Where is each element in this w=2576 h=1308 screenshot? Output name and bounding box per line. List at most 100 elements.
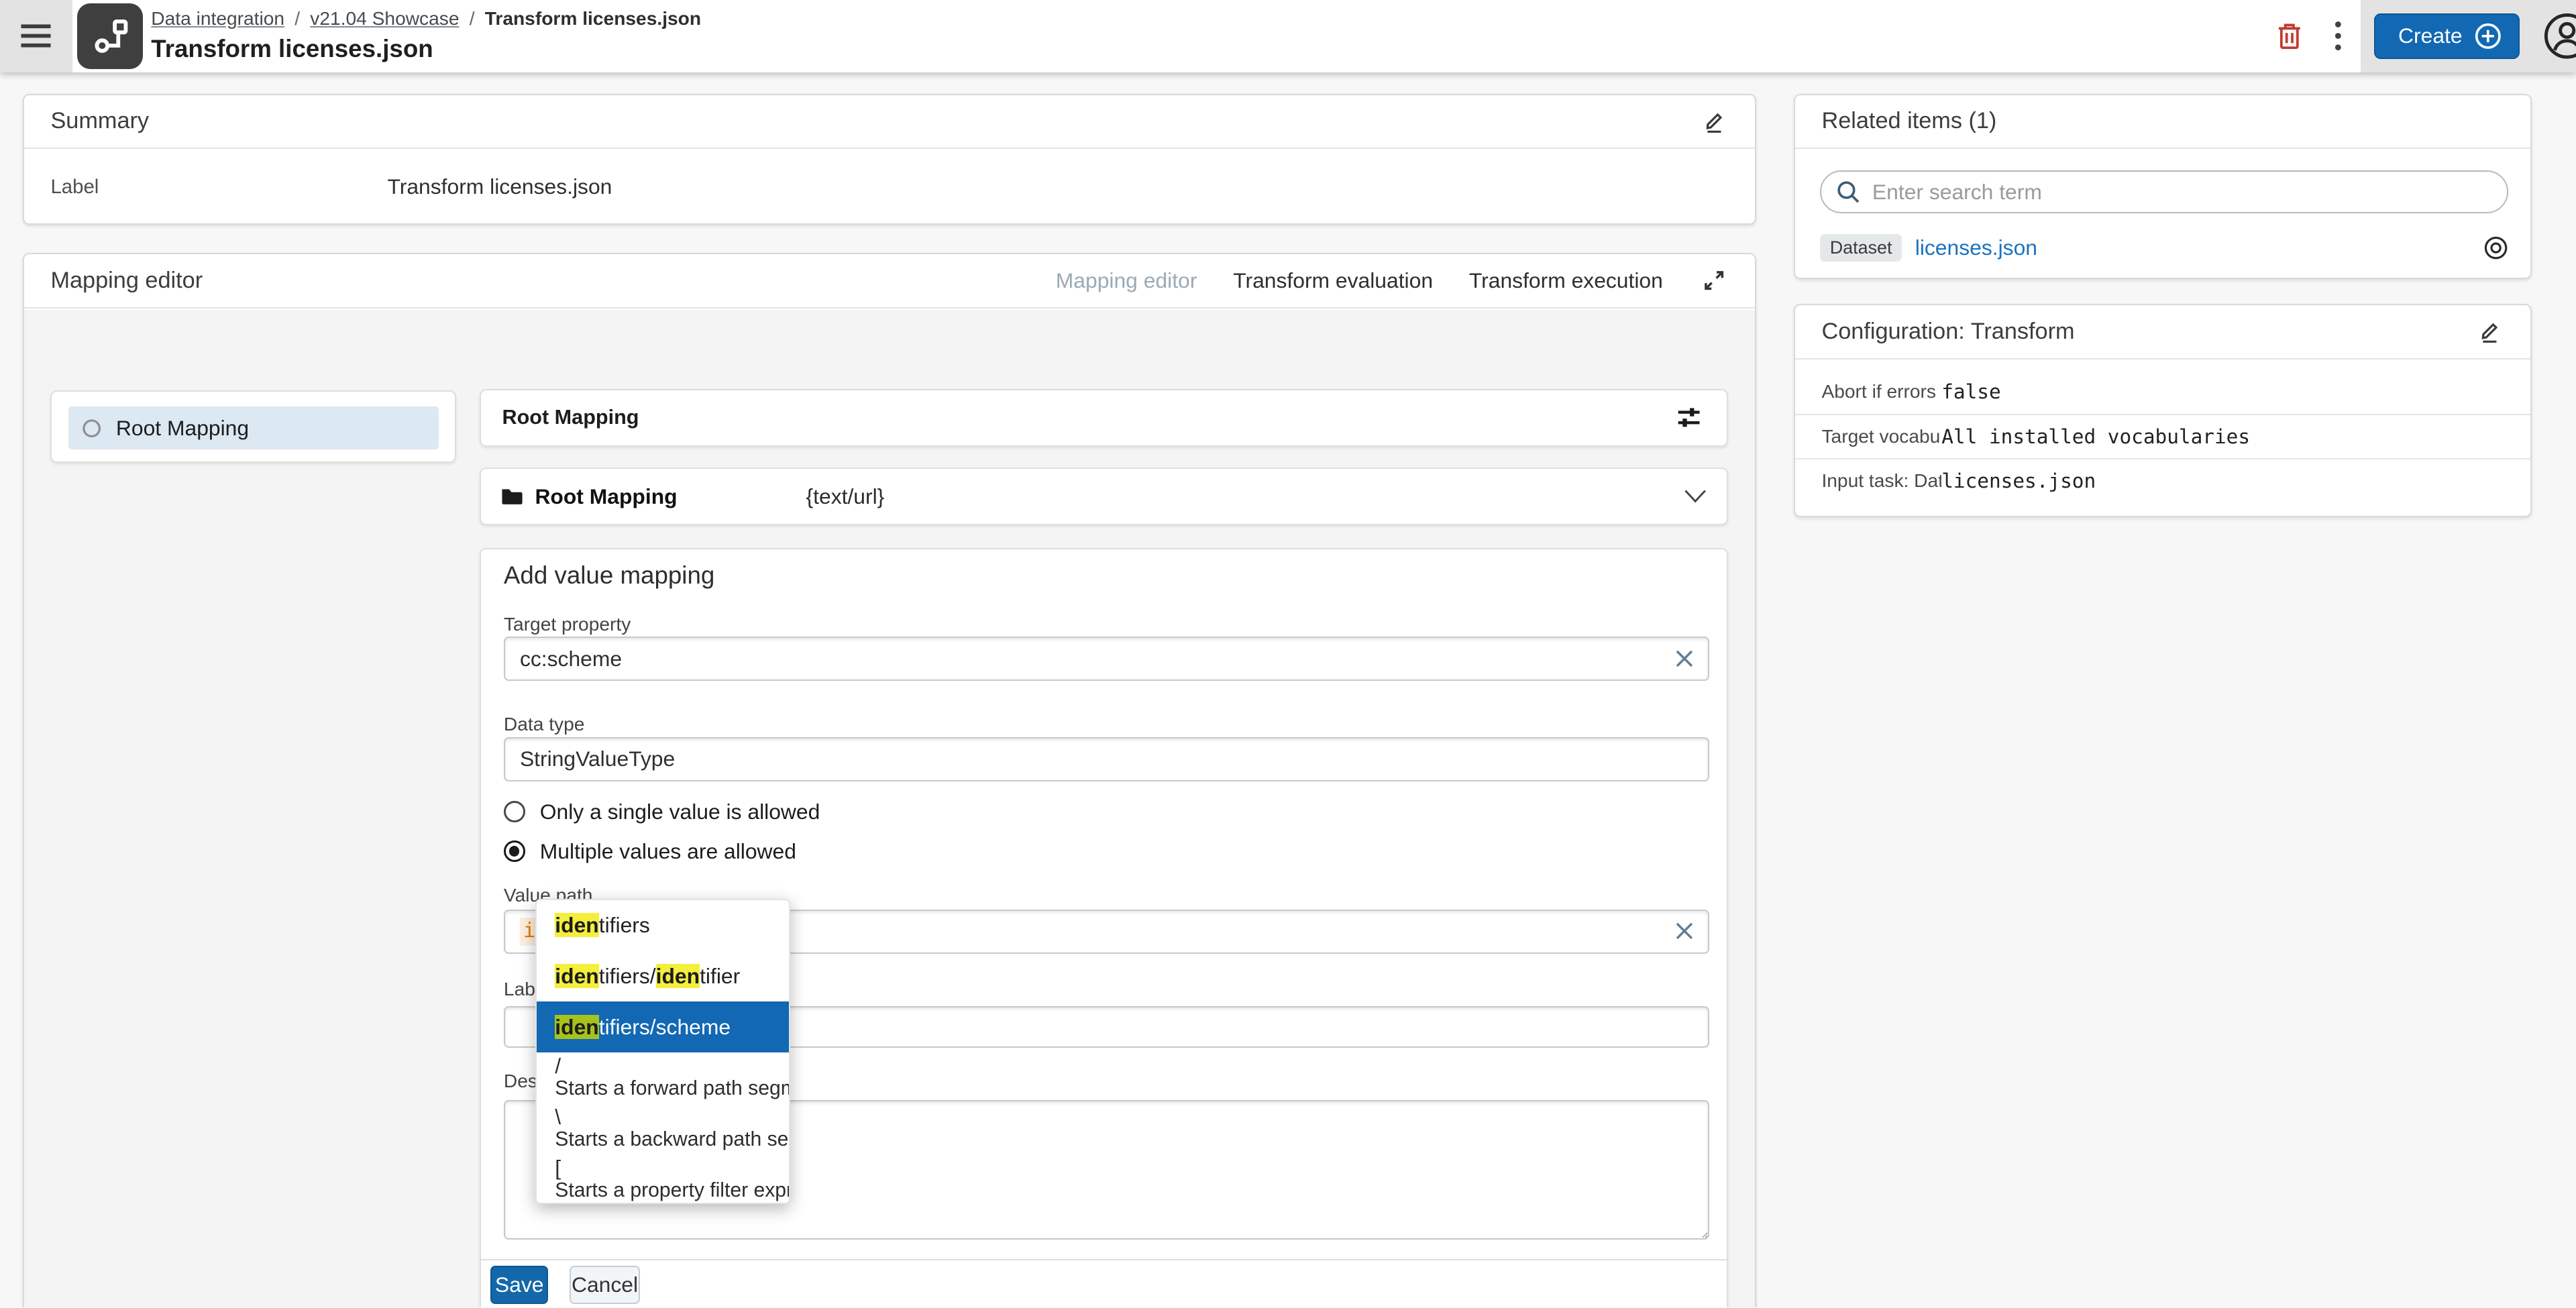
hint-description: Starts a backward path segment	[555, 1128, 789, 1150]
more-options-kebab-icon[interactable]	[2330, 17, 2346, 56]
create-button[interactable]: Create	[2373, 13, 2520, 60]
transform-task-logo	[77, 3, 144, 69]
mapping-body: Root Mapping Root Mapping Root Mapping {…	[24, 310, 1755, 1308]
related-item-row: Dataset licenses.json	[1820, 229, 2509, 266]
summary-title: Summary	[50, 108, 150, 134]
tab-transform-evaluation[interactable]: Transform evaluation	[1233, 268, 1433, 293]
suggestion-identifiers-identifier[interactable]: identifiers/identifier	[537, 950, 789, 1001]
hint-symbol: \	[555, 1105, 561, 1130]
data-type-input[interactable]: StringValueType	[503, 737, 1710, 781]
config-row-value: licenses.json	[1941, 469, 2096, 492]
config-row-label: Input task: Dat...	[1821, 470, 1942, 491]
mapping-card-title: Mapping editor	[50, 268, 203, 294]
header-actions	[2272, 0, 2346, 72]
tab-mapping-editor[interactable]: Mapping editor	[1056, 268, 1197, 293]
hint-description: Starts a property filter expression	[555, 1179, 789, 1201]
data-type-label: Data type	[503, 714, 585, 735]
match-highlight: iden	[555, 963, 599, 988]
form-footer-divider	[480, 1259, 1727, 1261]
config-row-label: Abort if errors ...	[1821, 380, 1941, 402]
user-zone: Create	[2361, 0, 2576, 72]
breadcrumb: Data integration / v21.04 Showcase / Tra…	[151, 8, 701, 30]
root-mapping-row[interactable]: Root Mapping {text/url}	[479, 468, 1728, 526]
summary-row-value: Transform licenses.json	[387, 174, 612, 199]
mapping-nav-panel: Root Mapping	[50, 390, 457, 464]
target-property-input[interactable]: cc:scheme	[503, 637, 1710, 682]
data-type-value: StringValueType	[519, 747, 676, 771]
summary-card-header: Summary	[24, 95, 1755, 150]
value-path-suggestions-dropdown: identifiers identifiers/identifier ident…	[535, 898, 790, 1205]
transform-icon	[95, 19, 128, 53]
nav-item-root-mapping[interactable]: Root Mapping	[68, 406, 439, 450]
item-type-badge: Dataset	[1820, 233, 1902, 262]
suggestion-text: tifiers/scheme	[598, 1014, 731, 1039]
app-root: Data integration / v21.04 Showcase / Tra…	[0, 0, 2576, 1308]
match-highlight: iden	[655, 963, 700, 988]
breadcrumb-link-data-integration[interactable]: Data integration	[151, 8, 284, 29]
radio-multiple-icon	[503, 840, 525, 862]
related-items-card: Related items (1) Dataset licenses.json	[1794, 93, 2532, 280]
related-items-header: Related items (1)	[1795, 95, 2530, 150]
config-row-vocab: Target vocabul... All installed vocabula…	[1795, 413, 2530, 458]
related-item-link[interactable]: licenses.json	[1915, 235, 2037, 260]
view-details-icon[interactable]	[2483, 235, 2509, 261]
radio-single-label: Only a single value is allowed	[539, 799, 820, 824]
hint-forward-path[interactable]: / Starts a forward path segment	[537, 1052, 789, 1103]
config-row-value: false	[1941, 380, 2001, 403]
cancel-button[interactable]: Cancel	[569, 1266, 641, 1304]
hint-symbol: [	[555, 1156, 561, 1180]
root-mapping-uri-pattern: {text/url}	[806, 484, 885, 508]
header-text-block: Data integration / v21.04 Showcase / Tra…	[151, 8, 701, 62]
related-items-title: Related items (1)	[1821, 108, 1997, 134]
hint-description: Starts a forward path segment	[555, 1077, 789, 1100]
mapping-tabs: Mapping editor Transform evaluation Tran…	[1056, 266, 1729, 296]
breadcrumb-link-project[interactable]: v21.04 Showcase	[310, 8, 459, 29]
related-search-box	[1820, 170, 2509, 213]
create-button-label: Create	[2398, 23, 2463, 48]
hint-backward-path[interactable]: \ Starts a backward path segment	[537, 1103, 789, 1154]
suggestion-text: tifiers	[598, 913, 650, 938]
circle-node-icon	[82, 419, 101, 437]
related-search-input[interactable]	[1872, 179, 2493, 205]
configuration-edit-icon[interactable]	[2475, 316, 2504, 347]
configuration-header: Configuration: Transform	[1795, 305, 2530, 360]
summary-edit-icon[interactable]	[1699, 106, 1729, 138]
target-property-label: Target property	[503, 613, 631, 635]
account-avatar-icon[interactable]	[2539, 8, 2576, 64]
config-row-input-task: Input task: Dat... licenses.json	[1795, 457, 2530, 502]
summary-row-key: Label	[50, 175, 99, 198]
nav-item-label: Root Mapping	[115, 415, 250, 440]
delete-trash-icon[interactable]	[2272, 18, 2306, 54]
mapping-card-header: Mapping editor Mapping editor Transform …	[24, 254, 1755, 309]
hint-symbol: /	[555, 1054, 561, 1079]
clear-value-path-icon[interactable]	[1674, 920, 1695, 942]
folder-icon	[502, 489, 523, 505]
config-row-label: Target vocabul...	[1821, 425, 1941, 447]
breadcrumb-separator: /	[294, 8, 301, 30]
root-mapping-row-label: Root Mapping	[535, 484, 678, 508]
hamburger-menu-icon[interactable]	[17, 19, 56, 52]
suggestion-text: tifier	[700, 963, 741, 988]
radio-multiple-values[interactable]: Multiple values are allowed	[503, 838, 796, 864]
mapping-panel-title: Root Mapping	[502, 406, 639, 429]
chevron-down-icon[interactable]	[1684, 489, 1707, 504]
tune-sliders-icon[interactable]	[1672, 402, 1705, 434]
configuration-body: Abort if errors ... false Target vocabul…	[1795, 370, 2530, 502]
suggestion-identifiers-scheme-selected[interactable]: identifiers/scheme	[537, 1001, 789, 1053]
match-highlight: iden	[555, 1014, 599, 1039]
plus-circle-icon	[2475, 23, 2501, 49]
tab-transform-execution[interactable]: Transform execution	[1469, 268, 1663, 293]
summary-card: Summary Label Transform licenses.json	[23, 93, 1756, 225]
hint-property-filter[interactable]: [ Starts a property filter expression	[537, 1154, 789, 1203]
radio-single-value[interactable]: Only a single value is allowed	[503, 799, 820, 824]
mapping-editor-card: Mapping editor Mapping editor Transform …	[23, 253, 1756, 1308]
application-header: Data integration / v21.04 Showcase / Tra…	[0, 0, 2576, 72]
form-title: Add value mapping	[503, 561, 715, 589]
clear-target-property-icon[interactable]	[1674, 648, 1695, 669]
suggestion-identifiers[interactable]: identifiers	[537, 900, 789, 951]
radio-multiple-label: Multiple values are allowed	[539, 838, 796, 863]
save-button[interactable]: Save	[490, 1266, 549, 1304]
expand-fullscreen-icon[interactable]	[1699, 266, 1729, 296]
breadcrumb-separator: /	[469, 8, 475, 30]
suggestion-text: tifiers/	[598, 963, 656, 988]
